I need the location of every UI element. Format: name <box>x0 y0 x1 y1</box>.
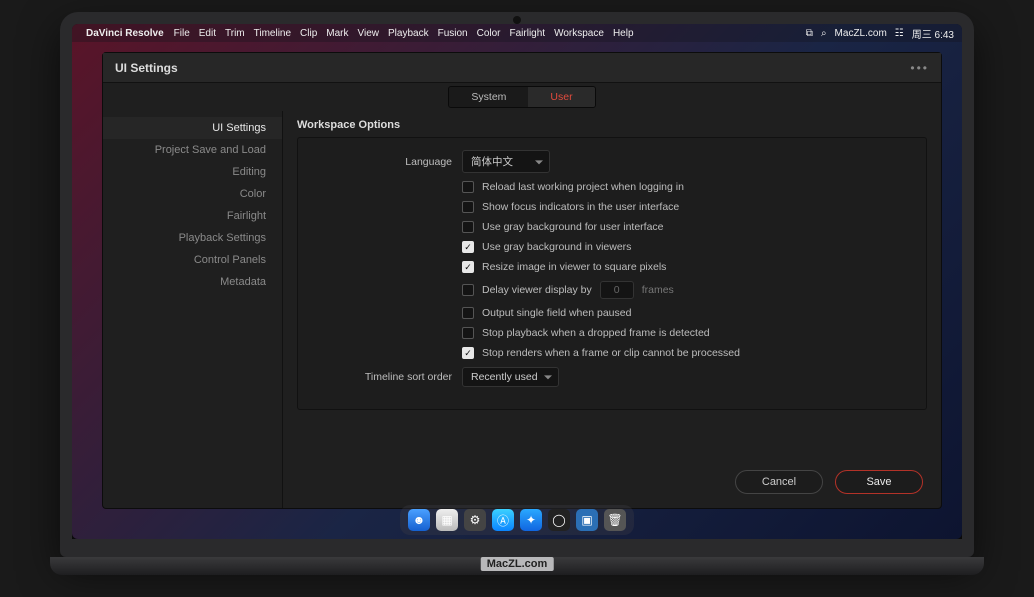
menu-fairlight[interactable]: Fairlight <box>510 28 546 39</box>
dock-folder-icon[interactable]: ▣ <box>576 509 598 531</box>
dock-safari-icon[interactable]: ✦ <box>520 509 542 531</box>
menu-help[interactable]: Help <box>613 28 634 39</box>
checkbox[interactable] <box>462 201 474 213</box>
settings-window: UI Settings ••• System User UI SettingsP… <box>102 52 942 509</box>
sidebar-item-color[interactable]: Color <box>103 183 282 205</box>
menu-edit[interactable]: Edit <box>199 28 216 39</box>
tab-row: System User <box>103 83 941 111</box>
option-row: Resize image in viewer to square pixels <box>312 261 912 273</box>
screenshot-icon[interactable]: ⧉ <box>806 28 813 39</box>
delay-unit: frames <box>642 284 674 296</box>
checkbox[interactable] <box>462 221 474 233</box>
option-row: Stop renders when a frame or clip cannot… <box>312 347 912 359</box>
delay-checkbox[interactable] <box>462 284 474 296</box>
save-button[interactable]: Save <box>835 470 923 494</box>
site-label: MacZL.com <box>835 28 887 39</box>
workspace-options-panel: Language 简体中文 Reload last working projec… <box>297 137 927 410</box>
search-icon[interactable]: ⌕ <box>821 28 827 39</box>
app-name[interactable]: DaVinci Resolve <box>86 28 164 39</box>
dialog-footer: Cancel Save <box>283 458 941 508</box>
option-row: Show focus indicators in the user interf… <box>312 201 912 213</box>
macos-menubar: DaVinci Resolve File Edit Trim Timeline Clip… <box>72 24 962 42</box>
menu-file[interactable]: File <box>174 28 190 39</box>
delay-value[interactable]: 0 <box>600 281 634 299</box>
window-title: UI Settings <box>115 61 178 75</box>
sort-select[interactable]: Recently used <box>462 367 559 387</box>
menu-timeline[interactable]: Timeline <box>254 28 291 39</box>
dock-resolve-icon[interactable]: ◯ <box>548 509 570 531</box>
checkbox[interactable] <box>462 181 474 193</box>
menu-playback[interactable]: Playback <box>388 28 429 39</box>
option-label: Output single field when paused <box>482 307 631 319</box>
option-row: Reload last working project when logging… <box>312 181 912 193</box>
sidebar-item-fairlight[interactable]: Fairlight <box>103 205 282 227</box>
menu-color[interactable]: Color <box>477 28 501 39</box>
sidebar-item-control-panels[interactable]: Control Panels <box>103 249 282 271</box>
dock-launchpad-icon[interactable]: ▦ <box>436 509 458 531</box>
sidebar-item-project-save-and-load[interactable]: Project Save and Load <box>103 139 282 161</box>
sidebar-item-playback-settings[interactable]: Playback Settings <box>103 227 282 249</box>
delay-label: Delay viewer display by <box>482 284 592 296</box>
sidebar-item-ui-settings[interactable]: UI Settings <box>103 117 282 139</box>
option-row: Use gray background in viewers <box>312 241 912 253</box>
option-row: Stop playback when a dropped frame is de… <box>312 327 912 339</box>
option-label: Show focus indicators in the user interf… <box>482 201 679 213</box>
sort-label: Timeline sort order <box>312 371 462 383</box>
clock: 周三 6:43 <box>912 26 954 41</box>
laptop-watermark: MacZL.com <box>481 557 554 571</box>
language-label: Language <box>312 156 462 168</box>
dock-appstore-icon[interactable]: Ⓐ <box>492 509 514 531</box>
cancel-button[interactable]: Cancel <box>735 470 823 494</box>
dock-trash-icon[interactable]: 🗑 <box>604 509 626 531</box>
checkbox[interactable] <box>462 261 474 273</box>
dock-finder-icon[interactable]: ☻ <box>408 509 430 531</box>
sidebar-item-editing[interactable]: Editing <box>103 161 282 183</box>
checkbox[interactable] <box>462 307 474 319</box>
dock: ☻ ▦ ⚙ Ⓐ ✦ ◯ ▣ 🗑 <box>400 505 634 535</box>
titlebar: UI Settings ••• <box>103 53 941 83</box>
option-row: Use gray background for user interface <box>312 221 912 233</box>
row-language: Language 简体中文 <box>312 150 912 173</box>
menu-trim[interactable]: Trim <box>225 28 245 39</box>
option-label: Stop renders when a frame or clip cannot… <box>482 347 740 359</box>
control-center-icon[interactable]: ☷ <box>895 28 904 39</box>
window-menu-icon[interactable]: ••• <box>910 61 929 75</box>
menu-clip[interactable]: Clip <box>300 28 317 39</box>
settings-sidebar: UI SettingsProject Save and LoadEditingC… <box>103 111 283 508</box>
menu-mark[interactable]: Mark <box>326 28 348 39</box>
menu-fusion[interactable]: Fusion <box>438 28 468 39</box>
option-label: Reload last working project when logging… <box>482 181 684 193</box>
option-row: Output single field when paused <box>312 307 912 319</box>
option-label: Stop playback when a dropped frame is de… <box>482 327 710 339</box>
tab-system[interactable]: System <box>449 87 528 107</box>
checkbox[interactable] <box>462 347 474 359</box>
language-select[interactable]: 简体中文 <box>462 150 550 173</box>
checkbox[interactable] <box>462 327 474 339</box>
dock-settings-icon[interactable]: ⚙ <box>464 509 486 531</box>
menu-view[interactable]: View <box>358 28 380 39</box>
menu-workspace[interactable]: Workspace <box>554 28 604 39</box>
tab-user[interactable]: User <box>528 87 594 107</box>
row-delay: Delay viewer display by 0 frames <box>312 281 912 299</box>
sidebar-item-metadata[interactable]: Metadata <box>103 271 282 293</box>
section-title: Workspace Options <box>283 111 941 137</box>
option-label: Use gray background for user interface <box>482 221 664 233</box>
checkbox[interactable] <box>462 241 474 253</box>
row-sort: Timeline sort order Recently used <box>312 367 912 387</box>
option-label: Use gray background in viewers <box>482 241 631 253</box>
option-label: Resize image in viewer to square pixels <box>482 261 666 273</box>
